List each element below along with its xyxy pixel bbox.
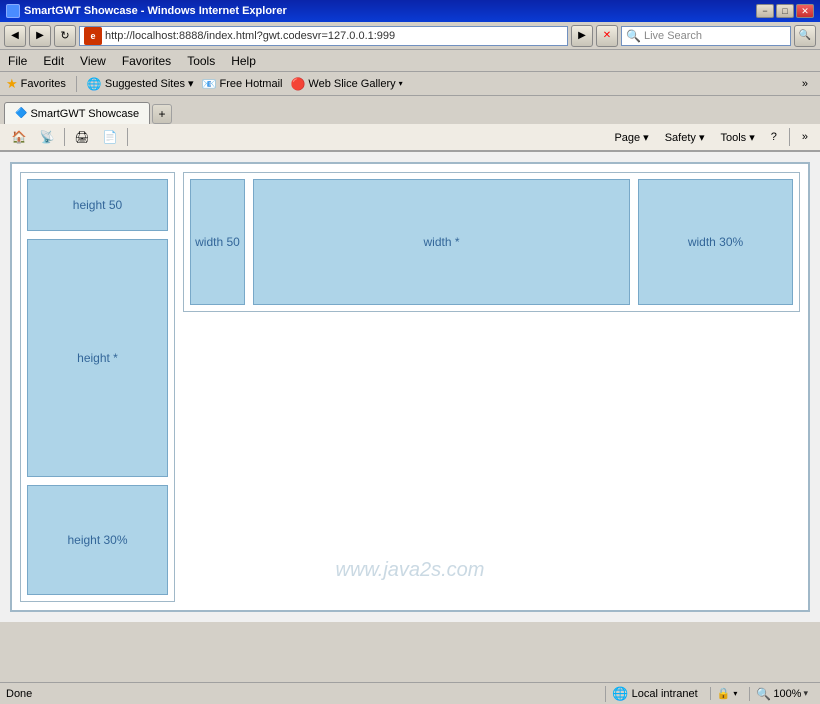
zoom-chevron-icon: ▾ [803,688,808,699]
refresh-button[interactable]: ↻ [54,25,76,47]
fav-separator-1 [76,76,77,92]
tab-toolbar-area: 🔷 SmartGWT Showcase + 🏠 📡 🖨 📄 Page ▾ Saf… [0,96,820,152]
suggested-icon: 🌐 [87,77,102,91]
status-bar: Done 🌐 Local intranet 🔒 ▾ 🔍 100% ▾ [0,682,820,704]
status-left: Done [6,688,32,700]
cell-width-star: width * [253,179,630,305]
toolbar-sep-2 [127,128,128,146]
suggested-sites[interactable]: 🌐 Suggested Sites ▾ [87,77,194,91]
tab-icon: 🔷 [15,108,27,119]
toolbar-right: Page ▾ Safety ▾ Tools ▾ ? » [608,128,814,146]
menu-bar: File Edit View Favorites Tools Help [0,50,820,72]
security-zone: 🌐 Local intranet [605,686,703,702]
print-button[interactable]: 🖨 [69,125,95,149]
sgwt-container: height 50 height * height 30% width 50 w… [0,152,820,622]
left-column: height 50 height * height 30% [20,172,175,602]
rss-button[interactable]: 📡 [34,125,60,149]
title-bar-left: SmartGWT Showcase - Windows Internet Exp… [6,4,287,18]
menu-file[interactable]: File [8,54,27,68]
search-icon: 🔍 [626,29,641,43]
menu-favorites[interactable]: Favorites [122,54,171,68]
window-title: SmartGWT Showcase - Windows Internet Exp… [24,5,287,17]
search-button[interactable]: 🔍 [794,25,816,47]
zoom-icon: 🔍 [756,687,771,701]
sgwt-panel: height 50 height * height 30% width 50 w… [10,162,810,612]
favorites-button[interactable]: ★ Favorites [6,76,66,92]
cell-height-star: height * [27,239,168,477]
menu-tools[interactable]: Tools [187,54,215,68]
hotmail-label: Free Hotmail [220,78,283,90]
free-hotmail[interactable]: 📧 Free Hotmail [202,77,283,91]
web-slice-gallery[interactable]: 🔴 Web Slice Gallery ▾ [290,77,402,91]
cell-width-30pct-label: width 30% [688,235,743,249]
page-menu-button[interactable]: Page ▾ [608,128,654,146]
cell-height-star-label: height * [77,351,118,365]
page-setup-button[interactable]: 📄 [97,125,123,149]
cell-height-50-label: height 50 [73,198,122,212]
cell-width-30pct: width 30% [638,179,793,305]
maximize-button[interactable]: □ [776,4,794,18]
tools-menu-button[interactable]: Tools ▾ [714,128,760,146]
favorites-label: Favorites [21,78,66,90]
menu-view[interactable]: View [80,54,106,68]
help-button[interactable]: ? [765,128,783,146]
tab-bar: 🔷 SmartGWT Showcase + [0,96,820,124]
new-tab-button[interactable]: + [152,104,172,124]
cell-width-50: width 50 [190,179,245,305]
ie-toolbar: 🏠 📡 🖨 📄 Page ▾ Safety ▾ Tools ▾ ? » [0,124,820,152]
title-bar: SmartGWT Showcase - Windows Internet Exp… [0,0,820,22]
zone-label: Local intranet [632,688,698,700]
safety-menu-button[interactable]: Safety ▾ [659,128,711,146]
webslice-icon: 🔴 [290,77,305,91]
tab-smartgwt[interactable]: 🔷 SmartGWT Showcase [4,102,150,124]
app-icon [6,4,20,18]
back-button[interactable]: ◀ [4,25,26,47]
tab-label: SmartGWT Showcase [30,108,139,120]
minimize-button[interactable]: − [756,4,774,18]
extend-toolbar-button[interactable]: » [796,76,814,92]
extend-tools-button[interactable]: » [796,128,814,146]
favorites-bar: ★ Favorites 🌐 Suggested Sites ▾ 📧 Free H… [0,72,820,96]
forward-button[interactable]: ▶ [29,25,51,47]
cell-width-50-label: width 50 [195,235,240,249]
zoom-label: 100% [773,688,801,700]
webslice-arrow-icon: ▾ [399,79,403,88]
chevron-down-icon: ▾ [733,689,737,698]
cell-height-30pct-label: height 30% [67,533,127,547]
right-area: width 50 width * width 30% [183,172,800,602]
browser-content: height 50 height * height 30% width 50 w… [0,152,820,622]
zoom-control[interactable]: 🔍 100% ▾ [749,687,814,701]
top-row: width 50 width * width 30% [183,172,800,312]
address-bar: ◀ ▶ ↻ e http://localhost:8888/index.html… [0,22,820,50]
toolbar-sep-3 [789,128,790,146]
window-controls: − □ ✕ [756,4,814,18]
lock-icon: 🔒 [717,687,731,700]
webslice-label: Web Slice Gallery [308,78,395,90]
hotmail-icon: 📧 [202,77,217,91]
address-field[interactable]: e http://localhost:8888/index.html?gwt.c… [79,26,568,46]
suggested-label: Suggested Sites ▾ [105,77,194,90]
close-button[interactable]: ✕ [796,4,814,18]
status-right: 🌐 Local intranet 🔒 ▾ 🔍 100% ▾ [605,686,814,702]
toolbar-sep-1 [64,128,65,146]
url-text: http://localhost:8888/index.html?gwt.cod… [105,30,395,42]
search-field[interactable]: 🔍 Live Search [621,26,791,46]
cell-height-30pct: height 30% [27,485,168,595]
refresh-stop-button[interactable]: ✕ [596,25,618,47]
go-button[interactable]: ▶ [571,25,593,47]
security-lock: 🔒 ▾ [710,687,744,700]
toolbar-left: 🏠 📡 🖨 📄 [6,125,130,149]
cell-width-star-label: width * [423,235,459,249]
menu-help[interactable]: Help [231,54,256,68]
cell-height-50: height 50 [27,179,168,231]
favorites-star-icon: ★ [6,76,18,92]
search-placeholder: Live Search [644,30,702,42]
home-button[interactable]: 🏠 [6,125,32,149]
page-icon: e [84,27,102,45]
menu-edit[interactable]: Edit [43,54,64,68]
status-text: Done [6,688,32,700]
globe-icon: 🌐 [612,686,628,702]
